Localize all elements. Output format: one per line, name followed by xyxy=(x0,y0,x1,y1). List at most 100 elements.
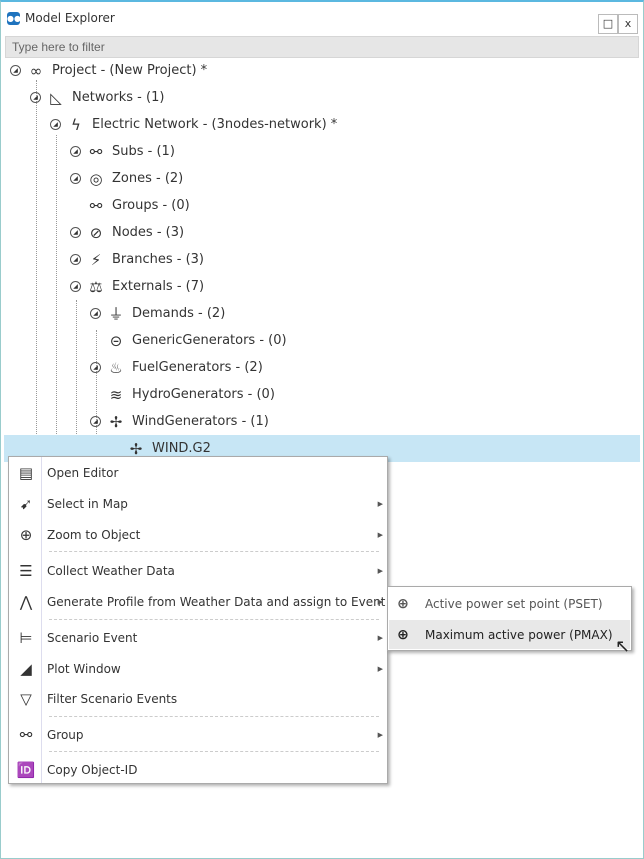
tree-item[interactable]: ◢ ♨ FuelGenerators - (2) xyxy=(4,354,640,381)
tree-item[interactable]: ◢ ϟ Electric Network - (3nodes-network) * xyxy=(4,111,640,138)
menu-item-label: Group xyxy=(47,728,84,742)
expand-toggle-icon[interactable]: ◢ xyxy=(90,362,101,373)
menu-item-label: Generate Profile from Weather Data and a… xyxy=(47,595,386,609)
title-bar: ●● Model Explorer xyxy=(7,8,115,28)
expand-toggle-icon[interactable]: ◢ xyxy=(70,281,81,292)
zones-icon: ◎ xyxy=(89,169,103,188)
submenu-item-label: Active power set point (PSET) xyxy=(425,596,603,611)
tree-item-label: WindGenerators - (1) xyxy=(132,414,269,429)
tree-item[interactable]: ◢ ⊘ Nodes - (3) xyxy=(4,219,640,246)
expand-toggle-icon[interactable]: ◢ xyxy=(10,65,21,76)
menu-item-filter-scenario-events[interactable]: ▽ Filter Scenario Events xyxy=(9,685,387,713)
submenu-item[interactable]: ⊕ Maximum active power (PMAX) xyxy=(389,620,630,649)
submenu-arrow-icon: ▶ xyxy=(377,665,383,673)
window-title: Model Explorer xyxy=(25,11,115,25)
submenu-arrow-icon: ▶ xyxy=(377,598,383,606)
menu-item-zoom-to-object[interactable]: ⊕ Zoom to Object ▶ xyxy=(9,521,387,549)
close-button[interactable]: x xyxy=(618,14,638,34)
expand-toggle-icon[interactable]: ◢ xyxy=(90,416,101,427)
menu-item-open-editor[interactable]: ▤ Open Editor xyxy=(9,459,387,487)
menu-item-collect-weather-data[interactable]: ☰ Collect Weather Data ▶ xyxy=(9,557,387,585)
tree-item-label: Zones - (2) xyxy=(112,171,184,186)
menu-item-plot-window[interactable]: ◢ Plot Window ▶ xyxy=(9,655,387,683)
maximize-button[interactable]: □ xyxy=(598,14,618,34)
tree-item-label: Networks - (1) xyxy=(72,90,165,105)
add-event-icon: ⊕ xyxy=(397,626,409,643)
filter-icon: ▽ xyxy=(20,690,32,708)
tree-item[interactable]: ◢ ⏚ Demands - (2) xyxy=(4,300,640,327)
expand-toggle-icon[interactable]: ◢ xyxy=(70,173,81,184)
menu-item-label: Collect Weather Data xyxy=(47,564,175,578)
menu-item-generate-profile-from-weather-data-and-assign-to-event[interactable]: ⋀ Generate Profile from Weather Data and … xyxy=(9,588,387,616)
tree-item[interactable]: ◢ ◺ Networks - (1) xyxy=(4,84,640,111)
submenu-arrow-icon: ▶ xyxy=(377,634,383,642)
lightning-icon: ϟ xyxy=(71,115,81,134)
submenu-arrow-icon: ▶ xyxy=(377,731,383,739)
menu-item-label: Zoom to Object xyxy=(47,528,141,542)
menu-item-label: Filter Scenario Events xyxy=(47,692,178,706)
tree-item-label: Project - (New Project) * xyxy=(52,63,208,78)
expand-toggle-icon[interactable]: ◢ xyxy=(30,92,41,103)
generator-icon: ⊝ xyxy=(109,331,123,350)
tree-item[interactable]: ◢ ∞ Project - (New Project) * xyxy=(4,57,640,84)
expand-toggle-icon[interactable]: ◢ xyxy=(70,146,81,157)
group-icon: ⚯ xyxy=(19,726,33,744)
expand-toggle-icon[interactable]: ◢ xyxy=(70,254,81,265)
add-event-icon: ⊕ xyxy=(397,595,409,612)
wind-turbine-icon: ✢ xyxy=(109,412,123,431)
nodes-icon: ⊘ xyxy=(89,223,103,242)
hydro-icon: ≋ xyxy=(109,385,123,404)
tree-item[interactable]: ◢ ✢ WindGenerators - (1) xyxy=(4,408,640,435)
id-icon: 🆔 xyxy=(16,761,36,779)
menu-item-label: Plot Window xyxy=(47,662,121,676)
tree-item-label: Groups - (0) xyxy=(112,198,190,213)
tree-item-label: Branches - (3) xyxy=(112,252,204,267)
menu-separator xyxy=(49,716,379,717)
submenu-item-label: Maximum active power (PMAX) xyxy=(425,627,613,642)
menu-item-label: Open Editor xyxy=(47,466,119,480)
menu-item-label: Copy Object-ID xyxy=(47,763,138,777)
expand-toggle-icon[interactable]: ◢ xyxy=(70,227,81,238)
branches-icon: ⚡ xyxy=(90,250,102,269)
tree-item-label: FuelGenerators - (2) xyxy=(132,360,263,375)
menu-item-label: Select in Map xyxy=(47,497,128,511)
app-logo-icon: ●● xyxy=(7,11,21,25)
externals-icon: ⚖ xyxy=(89,277,103,296)
menu-item-label: Scenario Event xyxy=(47,631,138,645)
menu-item-group[interactable]: ⚯ Group ▶ xyxy=(9,721,387,749)
submenu-item[interactable]: ⊕ Active power set point (PSET) xyxy=(389,589,630,618)
tree-item[interactable]: ◢ ⚡ Branches - (3) xyxy=(4,246,640,273)
tree-item-label: HydroGenerators - (0) xyxy=(132,387,275,402)
expand-toggle-icon[interactable]: ◢ xyxy=(90,308,101,319)
tree-item[interactable]: ⚯ Groups - (0) xyxy=(4,192,640,219)
editor-icon: ▤ xyxy=(18,464,34,482)
submenu: ⊕ Active power set point (PSET) ⊕ Maximum a… xyxy=(387,586,632,651)
infinity-icon: ∞ xyxy=(29,61,43,80)
menu-separator xyxy=(49,751,379,752)
tree-item[interactable]: ⊝ GenericGenerators - (0) xyxy=(4,327,640,354)
tree-item-label: GenericGenerators - (0) xyxy=(132,333,287,348)
tree-item[interactable]: ◢ ◎ Zones - (2) xyxy=(4,165,640,192)
tree-item[interactable]: ≋ HydroGenerators - (0) xyxy=(4,381,640,408)
context-menu: ▤ Open Editor ➹ Select in Map ▶ ⊕ Zoom to Obje… xyxy=(8,456,388,784)
submenu-arrow-icon: ▶ xyxy=(377,567,383,575)
menu-separator xyxy=(49,551,379,552)
menu-item-select-in-map[interactable]: ➹ Select in Map ▶ xyxy=(9,490,387,518)
menu-item-scenario-event[interactable]: ⊨ Scenario Event ▶ xyxy=(9,624,387,652)
tree-item[interactable]: ◢ ⚖ Externals - (7) xyxy=(4,273,640,300)
tree-item[interactable]: ◢ ⚯ Subs - (1) xyxy=(4,138,640,165)
select-map-icon: ➹ xyxy=(19,495,33,513)
database-icon: ☰ xyxy=(19,562,33,580)
plug-icon: ⏚ xyxy=(108,305,124,323)
submenu-arrow-icon: ▶ xyxy=(377,500,383,508)
area-chart-icon: ◢ xyxy=(20,660,32,678)
tree-item-label: Subs - (1) xyxy=(112,144,175,159)
filter-input[interactable]: Type here to filter xyxy=(5,36,639,58)
groups-icon: ⚯ xyxy=(89,196,103,215)
scenario-event-icon: ⊨ xyxy=(19,629,33,647)
menu-item-copy-object-id[interactable]: 🆔 Copy Object-ID xyxy=(9,756,387,784)
tree-item-label: Demands - (2) xyxy=(132,306,226,321)
subs-icon: ⚯ xyxy=(89,142,103,161)
expand-toggle-icon[interactable]: ◢ xyxy=(50,119,61,130)
wind-turbine-icon: ✢ xyxy=(129,439,143,458)
